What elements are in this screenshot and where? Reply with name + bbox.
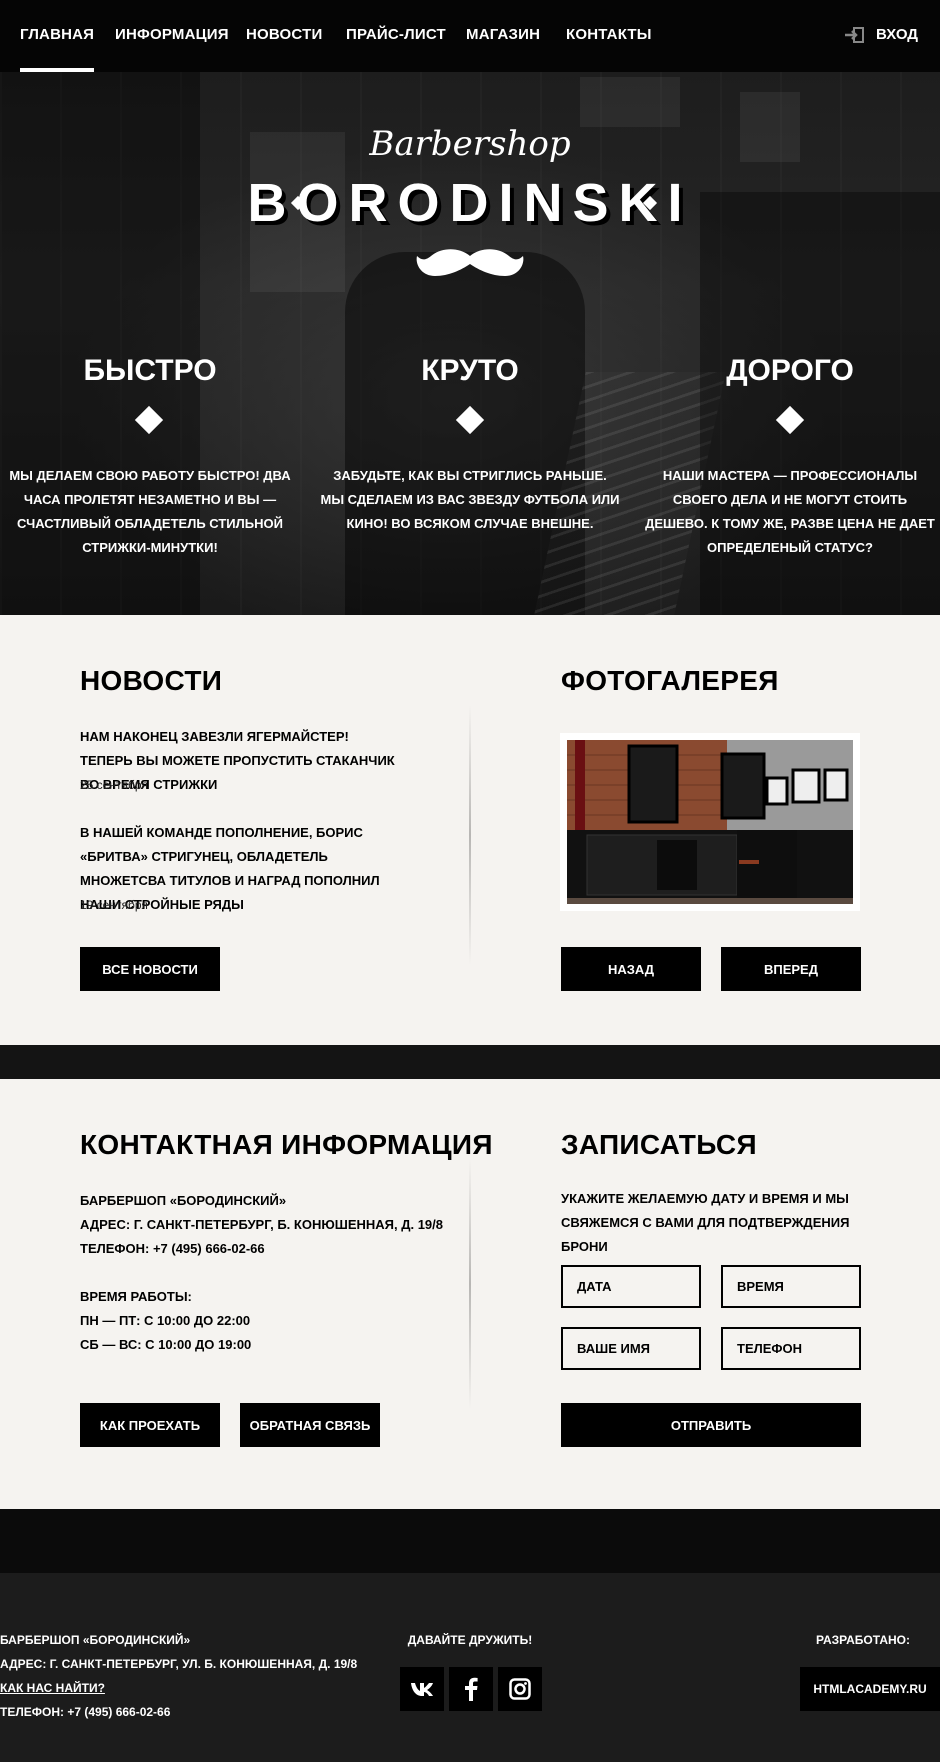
vk-link[interactable] bbox=[400, 1667, 444, 1711]
hero-section: Barbershop BORODINSKI БЫСТРО МЫ ДЕЛАЕМ С… bbox=[0, 72, 940, 615]
section-separator bbox=[0, 1045, 940, 1079]
footer-phone: ТЕЛЕФОН: +7 (495) 666-02-66 bbox=[0, 1705, 171, 1719]
map-area bbox=[0, 1509, 940, 1573]
name-input[interactable]: ВАШЕ ИМЯ bbox=[561, 1327, 701, 1370]
facebook-link[interactable] bbox=[449, 1667, 493, 1711]
feature-title-cool: КРУТО bbox=[421, 354, 519, 387]
vk-icon bbox=[411, 1683, 433, 1696]
nav-item-home[interactable]: ГЛАВНАЯ bbox=[20, 26, 95, 72]
contacts-booking-section: КОНТАКТНАЯ ИНФОРМАЦИЯ БАРБЕРШОП «БОРОДИН… bbox=[0, 1079, 940, 1509]
contacts-hours-weekend: СБ — ВС: С 10:00 ДО 19:00 bbox=[80, 1337, 252, 1352]
news-item-date: 25 сентября bbox=[80, 778, 148, 792]
logo-script: Barbershop bbox=[369, 124, 571, 164]
news-gallery-section: НОВОСТИ НАМ НАКОНЕЦ ЗАВЕЗЛИ ЯГЕРМАЙСТЕР!… bbox=[0, 615, 940, 1045]
section-divider bbox=[469, 705, 471, 965]
nav-item-shop[interactable]: МАГАЗИН bbox=[466, 26, 540, 43]
submit-button[interactable]: ОТПРАВИТЬ bbox=[561, 1403, 861, 1447]
gallery-prev-button[interactable]: НАЗАД bbox=[561, 947, 701, 991]
login-icon bbox=[844, 26, 864, 43]
facebook-icon bbox=[465, 1677, 478, 1701]
feature-text-cool: ЗАБУДЬТЕ, КАК ВЫ СТРИГЛИСЬ РАНЬШЕ. МЫ СД… bbox=[320, 468, 620, 531]
contacts-name: БАРБЕРШОП «БОРОДИНСКИЙ» bbox=[80, 1193, 287, 1208]
login-link[interactable]: ВХОД bbox=[844, 26, 918, 43]
feature-text-expensive: НАШИ МАСТЕРА — ПРОФЕССИОНАЛЫ СВОЕГО ДЕЛА… bbox=[645, 468, 935, 555]
gallery-photo-frame bbox=[560, 733, 860, 911]
footer-find-link[interactable]: КАК НАС НАЙТИ? bbox=[0, 1681, 105, 1695]
gallery-next-button[interactable]: ВПЕРЕД bbox=[721, 947, 861, 991]
booking-title: ЗАПИСАТЬСЯ bbox=[561, 1129, 757, 1160]
nav-item-contacts[interactable]: КОНТАКТЫ bbox=[566, 26, 652, 43]
feature-title-expensive: ДОРОГО bbox=[726, 354, 854, 387]
feedback-button[interactable]: ОБРАТНАЯ СВЯЗЬ bbox=[240, 1403, 380, 1447]
nav-item-news[interactable]: НОВОСТИ bbox=[246, 26, 322, 43]
main-nav: ГЛАВНАЯ ИНФОРМАЦИЯ НОВОСТИ ПРАЙС-ЛИСТ МА… bbox=[0, 0, 940, 72]
hero-bg-frame bbox=[580, 77, 680, 127]
footer-address: АДРЕС: Г. САНКТ-ПЕТЕРБУРГ, УЛ. Б. КОНЮШЕ… bbox=[0, 1657, 358, 1671]
route-button[interactable]: КАК ПРОЕХАТЬ bbox=[80, 1403, 220, 1447]
instagram-icon bbox=[509, 1678, 531, 1700]
footer: БАРБЕРШОП «БОРОДИНСКИЙ» АДРЕС: Г. САНКТ-… bbox=[0, 1573, 940, 1762]
instagram-link[interactable] bbox=[498, 1667, 542, 1711]
gallery-title: ФОТОГАЛЕРЕЯ bbox=[561, 665, 779, 696]
news-item-date: 19 сентября bbox=[80, 898, 148, 912]
feature-title-fast: БЫСТРО bbox=[83, 354, 217, 387]
social-title: ДАВАЙТЕ ДРУЖИТЬ! bbox=[407, 1633, 533, 1647]
gallery-photo bbox=[567, 740, 853, 904]
developer-title: РАЗРАБОТАНО: bbox=[816, 1633, 910, 1647]
login-label: ВХОД bbox=[875, 26, 918, 43]
nav-item-prices[interactable]: ПРАЙС-ЛИСТ bbox=[346, 26, 446, 43]
phone-input[interactable]: ТЕЛЕФОН bbox=[721, 1327, 861, 1370]
booking-note: УКАЖИТЕ ЖЕЛАЕМУЮ ДАТУ И ВРЕМЯ И МЫ СВЯЖЕ… bbox=[561, 1191, 850, 1254]
date-input[interactable]: ДАТА bbox=[561, 1265, 701, 1308]
mustache-icon bbox=[416, 249, 524, 276]
section-divider bbox=[469, 1159, 471, 1409]
developer-link[interactable]: HTMLACADEMY.RU bbox=[800, 1667, 940, 1711]
news-title: НОВОСТИ bbox=[80, 665, 223, 696]
feature-text-fast: МЫ ДЕЛАЕМ СВОЮ РАБОТУ БЫСТРО! ДВА ЧАСА П… bbox=[9, 468, 291, 555]
contacts-hours-weekdays: ПН — ПТ: С 10:00 ДО 22:00 bbox=[80, 1313, 251, 1328]
all-news-button[interactable]: ВСЕ НОВОСТИ bbox=[80, 947, 220, 991]
nav-item-info[interactable]: ИНФОРМАЦИЯ bbox=[115, 26, 229, 43]
contacts-title: КОНТАКТНАЯ ИНФОРМАЦИЯ bbox=[80, 1129, 493, 1160]
logo-main: BORODINSKI bbox=[247, 173, 693, 233]
contacts-phone: ТЕЛЕФОН: +7 (495) 666-02-66 bbox=[80, 1241, 265, 1256]
time-input[interactable]: ВРЕМЯ bbox=[721, 1265, 861, 1308]
contacts-hours-title: ВРЕМЯ РАБОТЫ: bbox=[80, 1289, 192, 1304]
contacts-address: АДРЕС: Г. САНКТ-ПЕТЕРБУРГ, Б. КОНЮШЕННАЯ… bbox=[80, 1217, 444, 1232]
